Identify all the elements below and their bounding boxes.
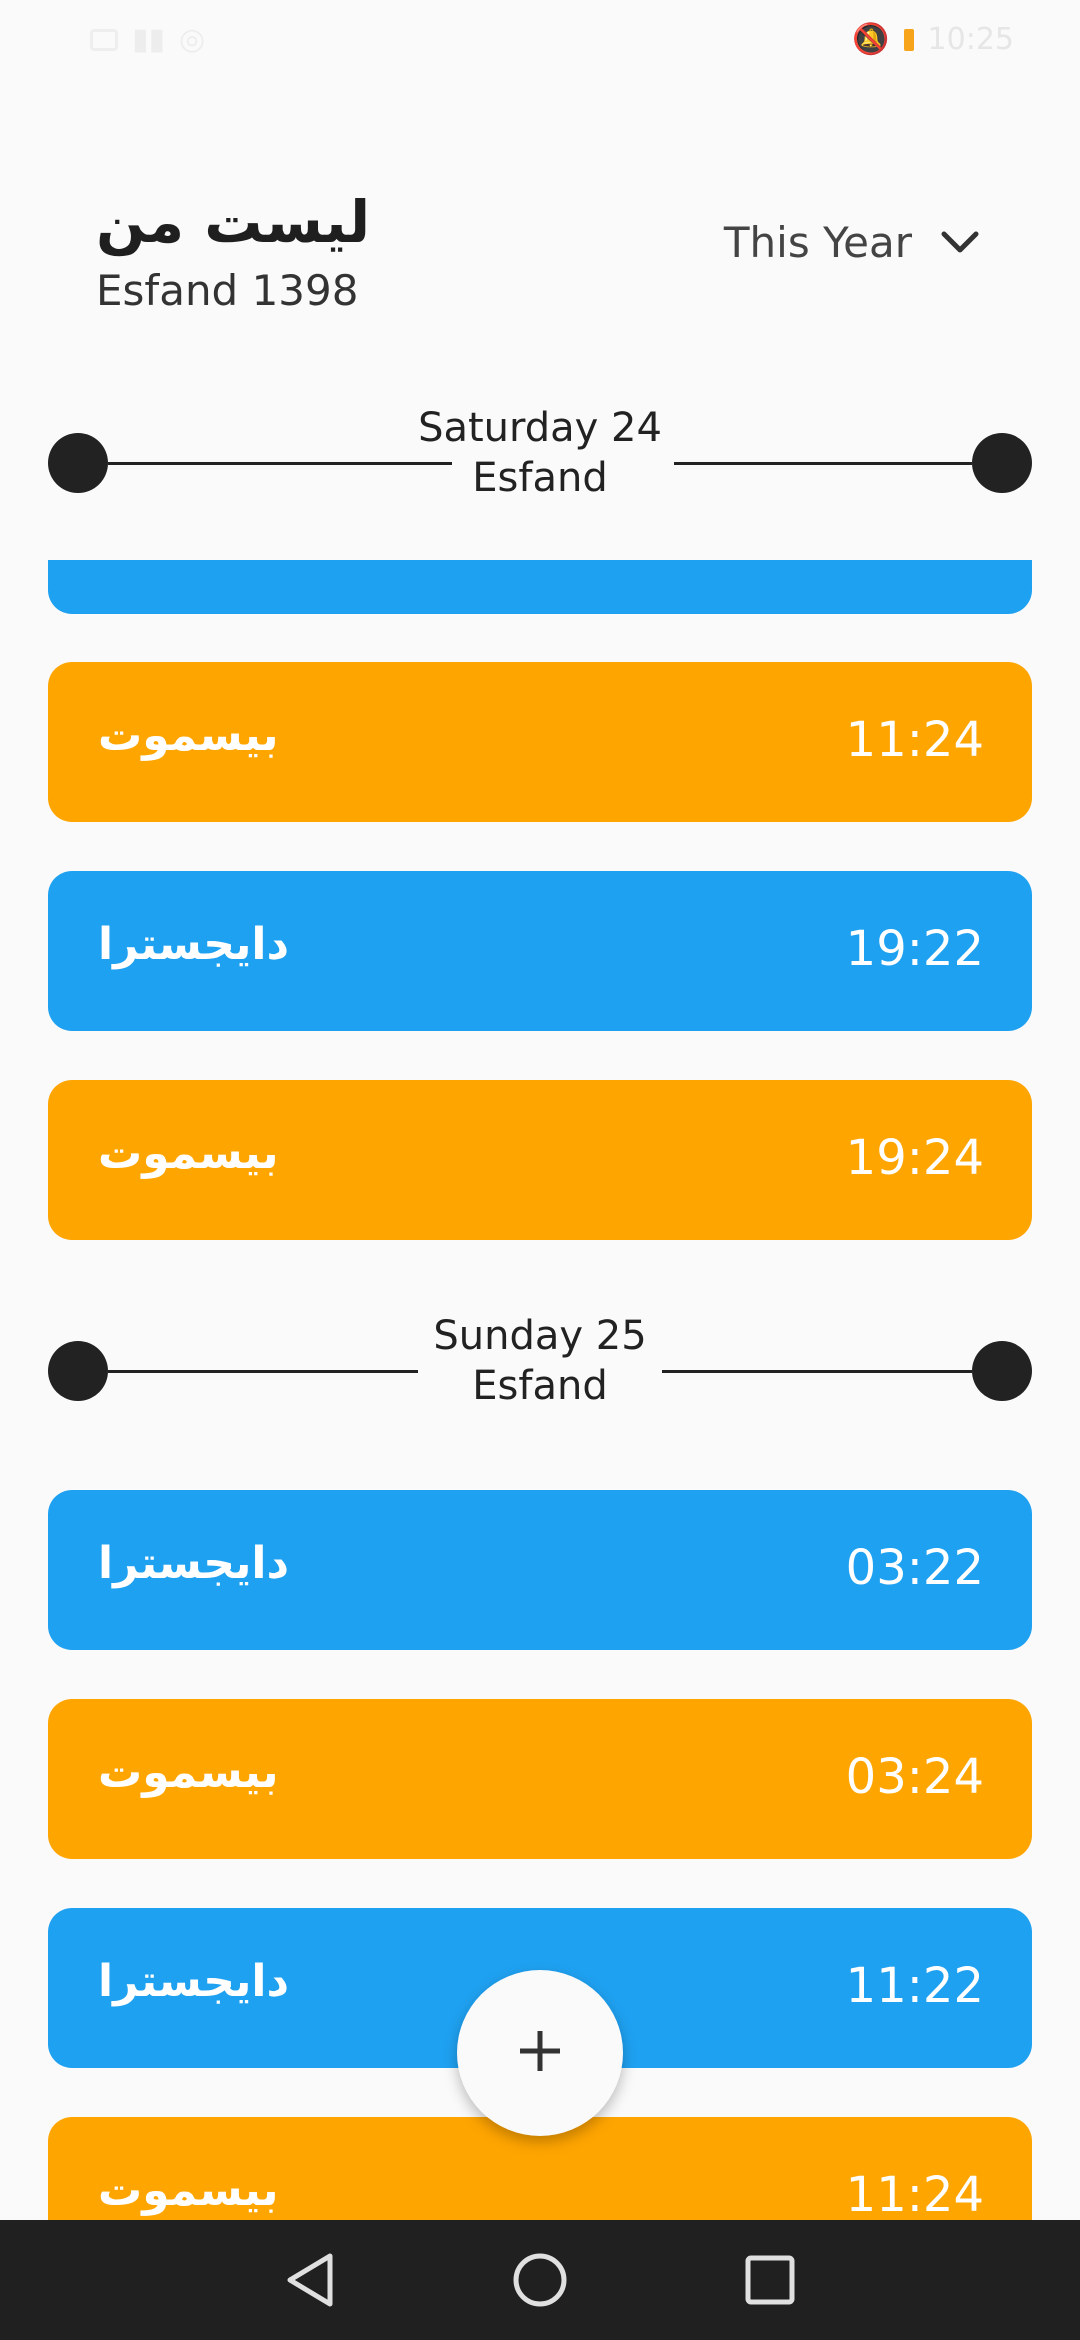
entry-name: بیسموت (98, 710, 279, 761)
timeline-line (674, 462, 972, 465)
entry-time: 11:24 (845, 712, 984, 768)
recents-icon[interactable] (742, 2250, 798, 2314)
entry-time: 11:22 (845, 1958, 984, 2014)
date-separator: Saturday 24 Esfand (48, 403, 1032, 513)
timeline-dot (972, 433, 1032, 493)
home-icon[interactable] (510, 2250, 570, 2314)
add-entry-button[interactable] (457, 1970, 623, 2136)
chevron-down-icon (940, 230, 980, 256)
entry-name: بیسموت (98, 1747, 279, 1798)
plus-icon (516, 2027, 564, 2079)
entry-time: 19:22 (845, 921, 984, 977)
status-time: 10:25 (927, 22, 1014, 57)
entry-name: بیسموت (98, 2165, 279, 2216)
list-item[interactable] (48, 560, 1032, 614)
entry-name: دایجسترا (98, 919, 290, 970)
status-icons-left: ▮▮ ◎ (90, 22, 205, 57)
entry-name: دایجسترا (98, 1956, 290, 2007)
status-bar: ▮▮ ◎ 🔕 10:25 (0, 0, 1080, 86)
entry-time: 11:24 (845, 2167, 984, 2220)
list-item[interactable]: دایجسترا 03:22 (48, 1490, 1032, 1650)
signal-icon: ▮▮ (132, 22, 166, 57)
entry-name: دایجسترا (98, 1538, 290, 1589)
header: لیست من Esfand 1398 This Year (0, 170, 1080, 330)
timeline-line (662, 1370, 972, 1373)
page-title: لیست من (96, 188, 371, 256)
entry-time: 19:24 (845, 1130, 984, 1186)
mute-icon: 🔕 (852, 22, 890, 57)
sim-icon (90, 28, 118, 51)
entry-time: 03:22 (845, 1540, 984, 1596)
list-item[interactable]: بیسموت 11:24 (48, 662, 1032, 822)
system-nav-bar (0, 2220, 1080, 2340)
list-item[interactable]: دایجسترا 19:22 (48, 871, 1032, 1031)
back-icon[interactable] (282, 2250, 338, 2314)
date-label: Sunday 25 Esfand (433, 1313, 647, 1409)
battery-icon (903, 28, 914, 51)
date-label: Saturday 24 Esfand (418, 405, 662, 501)
list-item[interactable]: بیسموت 03:24 (48, 1699, 1032, 1859)
period-filter[interactable]: This Year (724, 218, 980, 267)
timeline-dot (972, 1341, 1032, 1401)
entry-name: بیسموت (98, 1128, 279, 1179)
wifi-icon: ◎ (179, 22, 206, 57)
page-subtitle: Esfand 1398 (96, 266, 359, 315)
entry-time: 03:24 (845, 1749, 984, 1805)
status-icons-right: 🔕 10:25 (852, 22, 1014, 57)
period-filter-label: This Year (723, 218, 912, 267)
list-item[interactable]: بیسموت 19:24 (48, 1080, 1032, 1240)
date-separator: Sunday 25 Esfand (48, 1311, 1032, 1421)
